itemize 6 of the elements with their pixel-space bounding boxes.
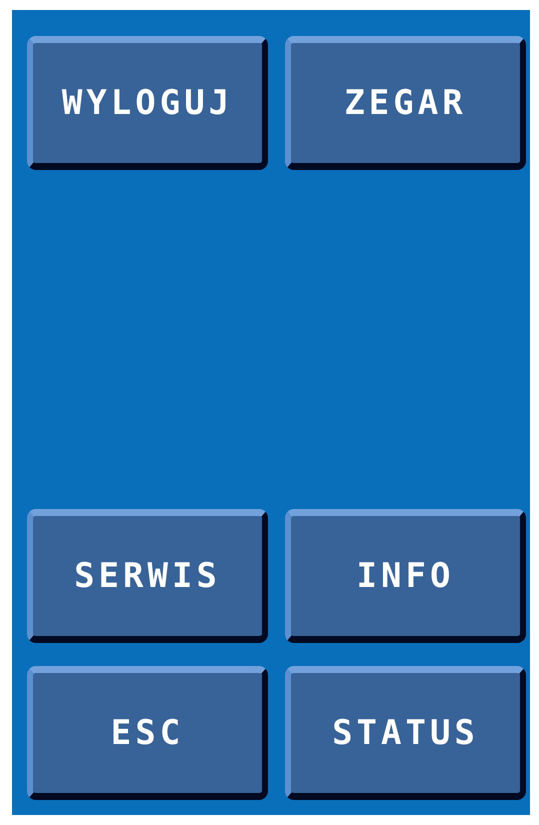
menu-button[interactable]: ESC: [27, 666, 268, 800]
menu-button[interactable]: SERWIS: [27, 509, 268, 643]
menu-button[interactable]: WYLOGUJ: [27, 36, 268, 170]
menu-button[interactable]: ZEGAR: [285, 36, 526, 170]
menu-button[interactable]: INFO: [285, 509, 526, 643]
menu-button[interactable]: STATUS: [285, 666, 526, 800]
